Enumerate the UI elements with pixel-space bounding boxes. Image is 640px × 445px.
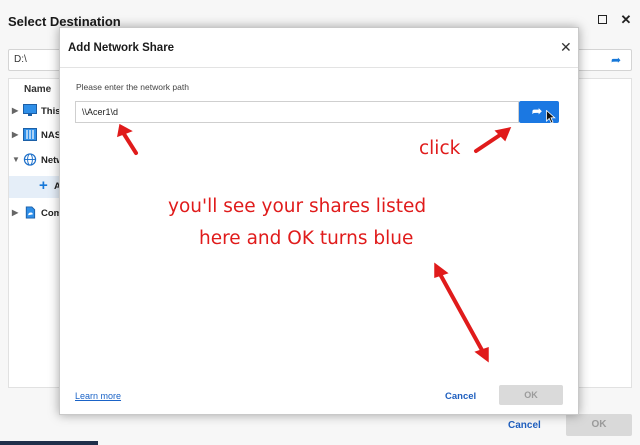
column-header-name[interactable]: Name	[24, 84, 51, 95]
expand-caret-icon[interactable]: ▶	[12, 208, 18, 217]
dialog-header: Add Network Share ✕	[60, 28, 578, 68]
window-close-button[interactable]: ✕	[619, 13, 633, 27]
annotation-line-1: you'll see your shares listed	[168, 196, 427, 217]
collapse-caret-icon[interactable]: ▼	[12, 155, 20, 164]
dialog-title: Add Network Share	[68, 42, 175, 54]
network-path-go-button[interactable]: ➦	[519, 101, 559, 124]
nas-icon	[23, 128, 37, 141]
path-go-icon[interactable]: ➦	[611, 53, 621, 67]
learn-more-link[interactable]: Learn more	[75, 391, 121, 401]
network-path-prompt: Please enter the network path	[76, 82, 189, 92]
mouse-cursor-icon	[546, 110, 556, 124]
back-cancel-button[interactable]: Cancel	[508, 420, 541, 431]
expand-caret-icon[interactable]: ▶	[12, 130, 18, 139]
network-path-input[interactable]	[75, 101, 519, 123]
maximize-button[interactable]	[595, 13, 609, 27]
plus-icon: +	[39, 177, 48, 194]
computer-icon	[23, 104, 37, 116]
dialog-cancel-button[interactable]: Cancel	[445, 391, 476, 402]
go-arrow-icon: ➦	[532, 104, 543, 118]
back-ok-button[interactable]: OK	[566, 414, 632, 436]
expand-caret-icon[interactable]: ▶	[12, 106, 18, 115]
dialog-close-button[interactable]: ✕	[560, 39, 572, 56]
cloud-icon	[25, 206, 36, 219]
annotation-line-2: here and OK turns blue	[199, 228, 414, 249]
dialog-ok-button[interactable]: OK	[499, 385, 563, 405]
taskbar-strip	[0, 441, 98, 445]
tree-item-add-network-share[interactable]: + A	[9, 176, 61, 198]
destination-path-value: D:\	[14, 54, 27, 65]
maximize-icon	[597, 15, 607, 24]
globe-icon	[23, 153, 37, 166]
add-network-share-dialog: Add Network Share ✕ Please enter the net…	[59, 27, 579, 415]
annotation-click: click	[419, 138, 461, 159]
tree-item-label: This	[41, 106, 61, 117]
